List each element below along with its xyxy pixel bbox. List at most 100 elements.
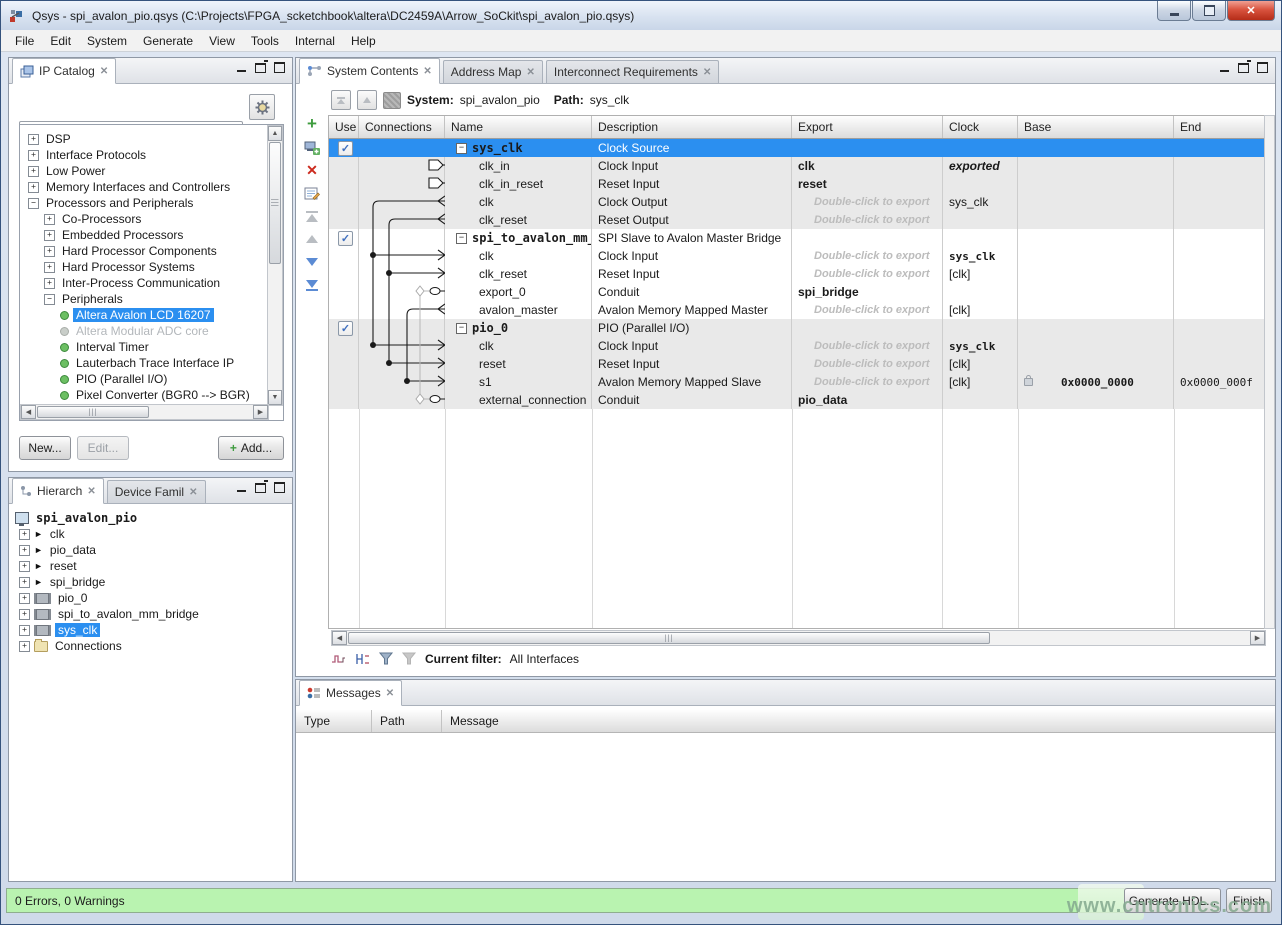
table-vscrollbar[interactable] [1264,115,1275,629]
menu-system[interactable]: System [79,32,135,50]
export-name[interactable]: reset [792,177,827,191]
tree-item[interactable]: +Hard Processor Systems [20,259,269,275]
use-checkbox[interactable]: ✓ [338,321,353,336]
clock-value[interactable]: sys_clk [943,195,988,209]
export-placeholder[interactable]: Double-click to export [792,196,930,208]
expand-icon[interactable]: + [28,166,39,177]
menu-internal[interactable]: Internal [287,32,343,50]
export-placeholder[interactable]: Double-click to export [792,358,930,370]
hierarchy-item[interactable]: +spi_to_avalon_mm_bridge [15,606,292,622]
tree-item[interactable]: +Interface Protocols [20,147,269,163]
use-checkbox[interactable]: ✓ [338,141,353,156]
tree-item[interactable]: +Memory Interfaces and Controllers [20,179,269,195]
column-header-use[interactable]: Use [329,116,359,138]
tree-item[interactable]: +Co-Processors [20,211,269,227]
table-row[interactable]: external_connectionConduitpio_data [329,391,1265,409]
expand-icon[interactable]: + [19,641,30,652]
hierarchy-item[interactable]: +Connections [15,638,292,654]
table-row[interactable]: ✓−sys_clkClock Source [329,139,1265,157]
minimize-button[interactable] [1157,1,1191,21]
tab-device-family[interactable]: Device Famil ✕ [107,480,206,503]
menu-help[interactable]: Help [343,32,384,50]
move-up-button[interactable] [357,90,377,110]
table-row[interactable]: clk_inClock Inputclkexported [329,157,1265,175]
expand-icon[interactable]: + [19,529,30,540]
filter-remove-icon[interactable] [402,652,417,666]
tree-item[interactable]: Lauterbach Trace Interface IP [20,355,269,371]
tree-item[interactable]: Altera Avalon LCD 16207 [20,307,269,323]
table-row[interactable]: clk_resetReset InputDouble-click to expo… [329,265,1265,283]
move-top-button[interactable] [304,208,321,224]
export-placeholder[interactable]: Double-click to export [792,250,930,262]
scroll-left-icon[interactable]: ◀ [332,631,347,645]
column-header-clock[interactable]: Clock [943,116,1018,138]
hierarchy-root[interactable]: spi_avalon_pio [15,510,292,526]
panel-float-icon[interactable] [255,483,266,493]
scroll-up-icon[interactable]: ▲ [268,126,282,141]
clock-value[interactable]: [clk] [943,267,970,281]
expand-icon[interactable]: + [28,134,39,145]
scroll-down-icon[interactable]: ▼ [268,390,282,405]
panel-float-icon[interactable] [255,63,266,73]
move-down-button[interactable] [304,254,321,270]
tab-interconnect-requirements[interactable]: Interconnect Requirements ✕ [546,60,719,83]
hierarchy-item[interactable]: +sys_clk [15,622,292,638]
tab-hierarchy[interactable]: Hierarch ✕ [12,478,104,504]
column-header-end[interactable]: End [1174,116,1265,138]
expand-icon[interactable]: + [19,625,30,636]
tree-item[interactable]: +Low Power [20,163,269,179]
table-row[interactable]: ✓−pio_0PIO (Parallel I/O) [329,319,1265,337]
collapse-icon[interactable]: − [456,233,467,244]
expand-icon[interactable]: + [44,278,55,289]
col-type[interactable]: Type [296,710,372,732]
tree-item[interactable]: +Inter-Process Communication [20,275,269,291]
export-name[interactable]: pio_data [792,393,847,407]
tab-address-map[interactable]: Address Map ✕ [443,60,543,83]
collapse-icon[interactable]: − [28,198,39,209]
tab-close-icon[interactable]: ✕ [100,66,108,77]
column-header-name[interactable]: Name [445,116,592,138]
tree-item[interactable]: +Embedded Processors [20,227,269,243]
clock-value[interactable]: [clk] [943,303,970,317]
add-component-button[interactable]: + [304,116,321,132]
ip-tree-hscrollbar[interactable]: ◀ ||| ▶ [20,404,269,420]
table-hscrollbar[interactable]: ◀ ||| ▶ [331,630,1266,646]
table-row[interactable]: export_0Conduitspi_bridge [329,283,1265,301]
signal-edges-icon[interactable] [355,652,371,666]
col-path[interactable]: Path [372,710,442,732]
add-connection-button[interactable] [304,139,321,155]
panel-minimize-icon[interactable] [1219,63,1230,73]
table-row[interactable]: clkClock InputDouble-click to exportsys_… [329,247,1265,265]
menu-generate[interactable]: Generate [135,32,201,50]
tree-item[interactable]: −Processors and Peripherals [20,195,269,211]
menu-tools[interactable]: Tools [243,32,287,50]
menu-view[interactable]: View [201,32,243,50]
table-row[interactable]: clkClock InputDouble-click to exportsys_… [329,337,1265,355]
tab-close-icon[interactable]: ✕ [87,486,95,497]
panel-minimize-icon[interactable] [236,63,247,73]
table-row[interactable]: resetReset InputDouble-click to export[c… [329,355,1265,373]
scroll-right-icon[interactable]: ▶ [1250,631,1265,645]
clock-value[interactable]: [clk] [943,357,970,371]
expand-icon[interactable]: + [19,577,30,588]
expand-icon[interactable]: + [44,230,55,241]
tree-item[interactable]: Altera Modular ADC core [20,323,269,339]
close-button[interactable]: ✕ [1227,1,1275,21]
expand-icon[interactable]: + [44,262,55,273]
clock-value[interactable]: sys_clk [943,340,995,353]
clock-value[interactable]: [clk] [943,375,970,389]
panel-maximize-icon[interactable] [274,63,285,73]
export-placeholder[interactable]: Double-click to export [792,214,930,226]
panel-maximize-icon[interactable] [274,483,285,493]
tab-close-icon[interactable]: ✕ [423,66,431,77]
tree-item[interactable]: −Peripherals [20,291,269,307]
tree-item[interactable]: +DSP [20,131,269,147]
use-checkbox[interactable]: ✓ [338,231,353,246]
column-header-connections[interactable]: Connections [359,116,445,138]
expand-icon[interactable]: + [19,561,30,572]
lock-icon[interactable] [1024,378,1033,386]
add-button[interactable]: + Add... [218,436,284,460]
edit-button-icon[interactable] [304,185,321,201]
clock-value[interactable]: sys_clk [943,250,995,263]
hierarchy-item[interactable]: +►pio_data [15,542,292,558]
